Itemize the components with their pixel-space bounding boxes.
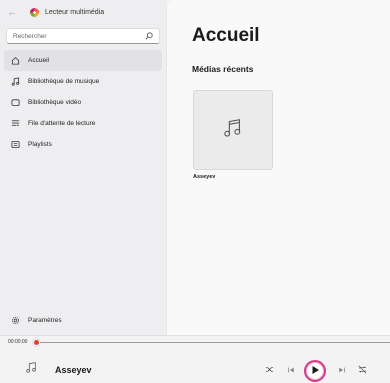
repeat-button[interactable] <box>356 364 368 376</box>
repeat-icon <box>358 361 367 379</box>
recent-media-tile[interactable] <box>193 90 273 170</box>
search-icon[interactable] <box>145 32 153 40</box>
nav-item-label: File d'attente de lecture <box>28 120 96 127</box>
home-icon <box>10 56 20 66</box>
shuffle-button[interactable] <box>263 364 275 376</box>
nav-item-play-queue[interactable]: File d'attente de lecture <box>4 113 162 134</box>
nav-item-label: Playlists <box>28 141 52 148</box>
video-icon <box>10 98 20 108</box>
music-note-icon <box>222 117 244 144</box>
play-icon <box>310 362 320 380</box>
nav-item-music-library[interactable]: Bibliothèque de musique <box>4 71 162 92</box>
search-placeholder: Rechercher <box>13 32 47 40</box>
shuffle-icon <box>265 361 274 379</box>
settings-section: Paramètres <box>4 310 162 331</box>
nav-item-settings[interactable]: Paramètres <box>4 310 162 331</box>
playlist-icon <box>10 140 20 150</box>
section-title-recent-media: Médias récents <box>192 64 254 74</box>
main-content: Accueil Médias récents Asseyev <box>166 0 390 335</box>
previous-icon <box>287 361 295 379</box>
nav-item-label: Accueil <box>28 57 49 64</box>
next-icon <box>338 361 346 379</box>
player-bar: 00:00:00 Asseyev <box>0 335 390 383</box>
music-note-icon <box>25 361 38 379</box>
recent-media-label: Asseyev <box>193 174 216 180</box>
nav-item-accueil[interactable]: Accueil <box>4 50 162 71</box>
next-button[interactable] <box>336 364 348 376</box>
sidebar: ← Lecteur multimédia Rechercher Accueil … <box>0 0 166 335</box>
search-input[interactable]: Rechercher <box>6 28 160 44</box>
now-playing-thumbnail[interactable] <box>21 360 41 380</box>
page-title: Accueil <box>192 25 260 46</box>
back-arrow-icon[interactable]: ← <box>6 7 18 17</box>
queue-icon <box>10 119 20 129</box>
previous-button[interactable] <box>285 364 297 376</box>
nav-list: Accueil Bibliothèque de musique Biblioth… <box>0 50 166 155</box>
music-note-icon <box>10 77 20 87</box>
gear-icon <box>10 316 20 326</box>
play-button[interactable] <box>304 360 326 382</box>
progress-track[interactable] <box>36 342 390 343</box>
progress-knob[interactable] <box>33 339 40 346</box>
nav-item-playlists[interactable]: Playlists <box>4 134 162 155</box>
nav-item-label: Paramètres <box>28 317 62 324</box>
elapsed-time: 00:00:00 <box>8 339 28 345</box>
title-bar: ← Lecteur multimédia <box>0 0 166 24</box>
nav-item-video-library[interactable]: Bibliothèque vidéo <box>4 92 162 113</box>
nav-item-label: Bibliothèque vidéo <box>28 99 82 106</box>
app-title: Lecteur multimédia <box>45 8 105 16</box>
nav-item-label: Bibliothèque de musique <box>28 78 100 85</box>
now-playing-title: Asseyev <box>55 365 92 375</box>
media-player-logo-icon <box>30 7 39 17</box>
